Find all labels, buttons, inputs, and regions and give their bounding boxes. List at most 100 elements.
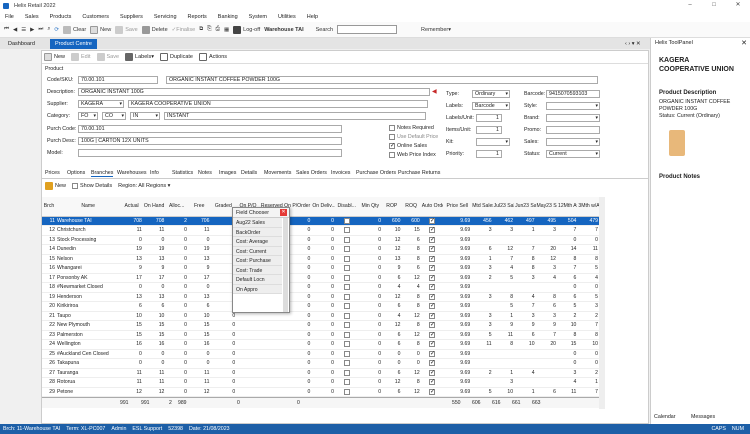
grid-cell[interactable]: 6 (382, 273, 402, 283)
grid-cell[interactable]: 0 (165, 311, 188, 321)
use-default-price-checkbox[interactable] (389, 134, 395, 140)
grid-cell[interactable]: 2 (471, 273, 493, 283)
auto-order-checkbox[interactable] (429, 312, 435, 319)
table-row[interactable]: 12Christchurch1111011000010159.69331377 (42, 225, 599, 236)
grid-cell[interactable]: 26 (42, 358, 56, 369)
tab-warehouses[interactable]: Warehouses (117, 170, 147, 176)
grid-cell[interactable] (535, 368, 557, 378)
branch-name-cell[interactable]: Henderson (55, 292, 121, 302)
grid-cell[interactable]: 13 (120, 254, 143, 264)
field-chooser-item[interactable]: Cost: Current (233, 246, 282, 256)
grid-cell[interactable]: 0 (165, 273, 188, 283)
auto-order-checkbox[interactable] (429, 274, 435, 281)
grid-cell[interactable]: 0 (165, 225, 188, 236)
grid-cell[interactable]: 0 (259, 339, 312, 350)
grid-scrollbar[interactable] (599, 197, 605, 409)
grid-column-header[interactable]: Mtd Sales (471, 197, 493, 217)
grid-cell[interactable]: 0 (120, 358, 143, 369)
grid-cell[interactable]: 0 (165, 254, 188, 264)
branch-name-cell[interactable]: #Newmarket Closed (55, 282, 121, 293)
auto-order-checkbox-cell[interactable] (420, 311, 444, 321)
grid-cell[interactable]: 0 (311, 349, 335, 359)
grid-cell[interactable]: 0 (311, 320, 335, 331)
grid-cell[interactable]: 8 (401, 301, 421, 312)
grid-cell[interactable]: 6 (471, 244, 493, 255)
grid-cell[interactable]: 9 (535, 320, 557, 331)
branch-name-cell[interactable]: Nelson (55, 254, 121, 264)
grid-cell[interactable]: 10 (492, 387, 515, 397)
branch-name-cell[interactable]: Taupo (55, 311, 121, 321)
grid-cell[interactable]: 0 (142, 235, 166, 245)
disabled-checkbox[interactable] (343, 388, 350, 395)
grid-cell[interactable]: 9.69 (443, 301, 472, 312)
grid-cell[interactable]: 10 (187, 311, 211, 321)
table-row[interactable]: 27Tauranga111101100006129.6921432 (42, 368, 599, 378)
grid-cell[interactable]: 0 (165, 377, 188, 388)
grid-cell[interactable]: 0 (142, 349, 166, 359)
tab-statistics[interactable]: Statistics (172, 170, 193, 176)
disabled-checkbox[interactable] (343, 217, 350, 224)
grid-cell[interactable]: 20 (535, 339, 557, 350)
messages-tab[interactable]: Messages (691, 414, 715, 420)
grid-cell[interactable] (492, 358, 515, 369)
grid-column-header[interactable]: 12Mth Avg (557, 197, 578, 217)
grid-cell[interactable] (471, 235, 493, 245)
grid-cell[interactable]: 0 (210, 387, 237, 397)
tab-invoices[interactable]: Invoices (331, 170, 350, 176)
tab-prices[interactable]: Prices (45, 170, 60, 176)
grid-cell[interactable] (236, 377, 260, 388)
grid-cell[interactable]: 10 (557, 320, 578, 331)
auto-order-checkbox-cell[interactable] (420, 216, 444, 226)
grid-cell[interactable]: 2 (577, 368, 599, 378)
table-row[interactable]: 21Taupo101001000004129.69313322 (42, 311, 599, 321)
grid-cell[interactable]: 708 (142, 216, 166, 226)
menu-utilities[interactable]: Utilities (278, 14, 296, 20)
grid-cell[interactable]: 3 (471, 320, 493, 331)
auto-order-checkbox[interactable] (429, 236, 435, 243)
grid-cell[interactable]: 7 (577, 225, 599, 236)
grid-cell[interactable]: 0 (165, 301, 188, 312)
grid-cell[interactable] (236, 349, 260, 359)
auto-order-checkbox[interactable] (429, 217, 435, 224)
field-chooser-item[interactable]: Default Locn (233, 275, 282, 285)
menu-file[interactable]: File (5, 14, 14, 20)
grid-cell[interactable]: 9 (187, 263, 211, 274)
grid-cell[interactable]: 3 (492, 377, 515, 388)
grid-cell[interactable]: 8 (401, 320, 421, 331)
grid-cell[interactable]: 8 (401, 254, 421, 264)
grid-cell[interactable]: 0 (358, 254, 383, 264)
grid-cell[interactable]: 0 (165, 320, 188, 331)
tab-sales-orders[interactable]: Sales Orders (296, 170, 327, 176)
grid-cell[interactable]: 9 (382, 263, 402, 274)
grid-cell[interactable]: 8 (401, 244, 421, 255)
disabled-checkbox[interactable] (343, 322, 350, 329)
grid-cell[interactable]: 1 (492, 311, 515, 321)
grid-cell[interactable]: 12 (382, 377, 402, 388)
grid-cell[interactable]: 6 (401, 235, 421, 245)
tab-nav-arrows[interactable]: ‹ › ▾ ✕ (620, 39, 646, 49)
grid-cell[interactable]: 0 (165, 368, 188, 378)
grid-cell[interactable]: 9.69 (443, 292, 472, 302)
code-field[interactable]: 70.00.101 (78, 76, 158, 84)
grid-cell[interactable]: 8 (492, 292, 515, 302)
tab-product-centre[interactable]: Product Centre (50, 39, 97, 49)
grid-cell[interactable]: 8 (401, 377, 421, 388)
grid-cell[interactable]: 19 (142, 244, 166, 255)
grid-cell[interactable]: 4 (514, 292, 536, 302)
grid-cell[interactable]: 8 (557, 330, 578, 340)
grid-cell[interactable]: 20 (42, 301, 56, 312)
grid-cell[interactable]: 9.69 (443, 377, 472, 388)
grid-cell[interactable] (535, 358, 557, 369)
menu-customers[interactable]: Customers (82, 14, 109, 20)
sales-select[interactable] (546, 138, 600, 146)
grid-cell[interactable]: 0 (311, 377, 335, 388)
field-chooser-close-icon[interactable]: ✕ (280, 209, 287, 216)
grid-cell[interactable]: 19 (187, 244, 211, 255)
tab-images[interactable]: Images (219, 170, 236, 176)
grid-cell[interactable] (236, 339, 260, 350)
first-record-icon[interactable]: ⏮ (4, 26, 9, 33)
grid-cell[interactable]: 14 (557, 244, 578, 255)
grid-cell[interactable]: 0 (382, 358, 402, 369)
promo-field[interactable] (546, 126, 600, 134)
grid-column-header[interactable]: Disabl... (334, 197, 359, 217)
